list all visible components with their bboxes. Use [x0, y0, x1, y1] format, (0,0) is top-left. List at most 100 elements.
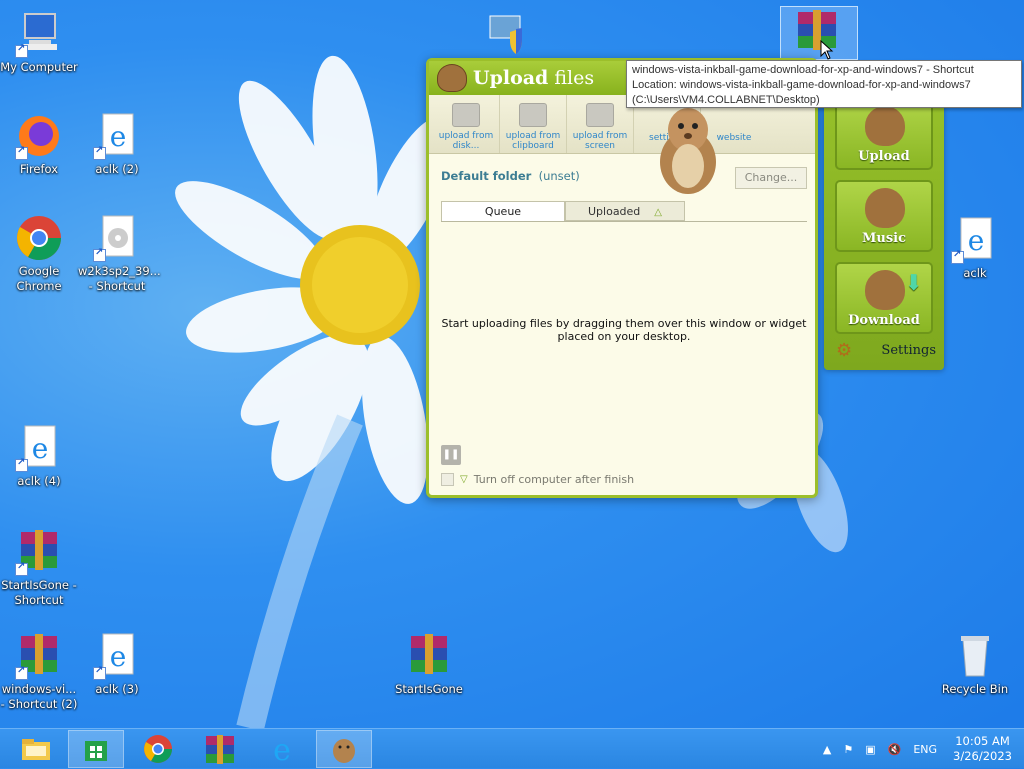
download-arrow-icon: ⬇ [904, 270, 923, 296]
default-folder-label: Default folder [441, 169, 532, 183]
gear-icon: ⚙ [836, 340, 853, 361]
shortcut-arrow-icon [93, 665, 106, 680]
desktop-icon-label: Google Chrome [16, 264, 62, 293]
desktop-icon-startisgone[interactable]: StartIsGone [390, 632, 468, 697]
upload-from-clipboard-button[interactable]: upload from clipboard [500, 95, 567, 153]
internet-explorer-icon: e [273, 734, 291, 764]
tooltip-line-1: windows-vista-inkball-game-download-for-… [632, 64, 974, 76]
taskbar-winrar[interactable] [192, 730, 248, 768]
shortcut-arrow-icon [951, 249, 964, 264]
upload-from-screen-button[interactable]: upload from screen [567, 95, 634, 153]
clock[interactable]: 10:05 AM 3/26/2023 [953, 734, 1012, 764]
widget-download-button[interactable]: ⬇ Download [835, 262, 933, 334]
folder-icon [22, 739, 50, 760]
svg-text:e: e [110, 640, 127, 673]
widget-upload-button[interactable]: Upload [835, 98, 933, 170]
desktop-icon-label: windows-vi... - Shortcut (2) [0, 682, 78, 711]
system-tray: ▲ ⚑ ▣ 🔇 ENG 10:05 AM 3/26/2023 [817, 729, 1024, 769]
desktop-icon-aclk[interactable]: e aclk [936, 216, 1014, 281]
internet-explorer-icon: e [93, 112, 141, 160]
desktop-icon-label: My Computer [0, 60, 78, 74]
desktop-icon-inkball-shortcut[interactable] [794, 10, 842, 54]
svg-text:e: e [273, 734, 291, 764]
language-indicator[interactable]: ENG [913, 743, 937, 756]
taskbar-store[interactable] [68, 730, 124, 768]
desktop-icon-aclk-4[interactable]: e aclk (4) [0, 424, 78, 489]
desktop-icon-label: StartIsGone - Shortcut [1, 578, 77, 607]
triangle-down-icon: ▽ [460, 474, 468, 485]
shield-icon [489, 15, 522, 54]
taskbar-uploader[interactable] [316, 730, 372, 768]
mouse-cursor-icon [820, 40, 834, 60]
desktop-icon-startisgone-shortcut[interactable]: StartIsGone - Shortcut [0, 528, 78, 608]
shortcut-tooltip: windows-vista-inkball-game-download-for-… [626, 60, 1022, 108]
desktop-icon-w2k3[interactable]: w2k3sp2_39... - Shortcut [78, 214, 161, 294]
shortcut-arrow-icon [93, 247, 106, 262]
pause-button[interactable]: ❚❚ [441, 445, 461, 465]
disc-image-icon [93, 214, 141, 262]
turn-off-checkbox[interactable] [441, 473, 454, 486]
hamster-headphones-icon [865, 188, 905, 228]
winrar-icon [798, 10, 836, 50]
upload-files-window[interactable]: Upload files upload from disk... upload … [426, 58, 818, 498]
svg-text:e: e [32, 432, 49, 465]
hamster-icon [865, 106, 905, 146]
uploader-widget: Upload Music ⬇ Download ⚙ Settings [824, 96, 944, 370]
tab-uploaded[interactable]: Uploaded △ [565, 201, 685, 221]
action-center-flag-icon[interactable]: ⚑ [843, 743, 853, 756]
volume-muted-icon[interactable]: 🔇 [888, 743, 902, 756]
clock-time: 10:05 AM [955, 734, 1010, 748]
internet-explorer-icon: e [15, 424, 63, 472]
default-folder-row: Default folder (unset) [441, 169, 580, 183]
winrar-icon [15, 528, 63, 576]
hamster-mascot-icon [660, 108, 716, 194]
desktop-icon-my-computer[interactable]: My Computer [0, 10, 78, 75]
default-folder-value: (unset) [538, 169, 580, 183]
chrome-icon [15, 214, 63, 262]
widget-music-button[interactable]: Music [835, 180, 933, 252]
desktop-icon-label: Recycle Bin [941, 682, 1009, 696]
upload-from-disk-button[interactable]: upload from disk... [433, 95, 500, 153]
internet-explorer-icon: e [93, 632, 141, 680]
shortcut-arrow-icon [93, 145, 106, 160]
empty-queue-message: Start uploading files by dragging them o… [441, 317, 807, 343]
turn-off-option: ▽ Turn off computer after finish [441, 473, 634, 486]
tooltip-line-2: Location: windows-vista-inkball-game-dow… [632, 79, 971, 91]
winrar-icon [15, 632, 63, 680]
desktop-icon-label: Firefox [19, 162, 59, 176]
desktop-icon-recycle-bin[interactable]: Recycle Bin [936, 632, 1014, 697]
desktop-icon-aclk-3[interactable]: e aclk (3) [78, 632, 156, 697]
svg-text:e: e [110, 120, 127, 153]
desktop-icon-label: aclk (3) [95, 682, 139, 696]
svg-text:e: e [968, 224, 985, 257]
desktop-icon-label: aclk (2) [95, 162, 139, 176]
tab-queue[interactable]: Queue [441, 201, 565, 221]
taskbar-internet-explorer[interactable]: e [254, 730, 310, 768]
disk-icon [452, 103, 480, 127]
taskbar-chrome[interactable] [130, 730, 186, 768]
taskbar-file-explorer[interactable] [8, 730, 64, 768]
network-icon[interactable]: ▣ [865, 743, 875, 756]
turn-off-label: Turn off computer after finish [473, 473, 635, 486]
screen-icon [586, 103, 614, 127]
change-folder-button[interactable]: Change... [735, 167, 807, 189]
firefox-icon [15, 112, 63, 160]
taskbar: e ▲ ⚑ ▣ 🔇 ENG 10:05 AM 3/26/2023 [0, 728, 1024, 768]
clipboard-icon [519, 103, 547, 127]
desktop-icon-aclk-2[interactable]: e aclk (2) [78, 112, 156, 177]
shortcut-arrow-icon [15, 145, 28, 160]
desktop-icon-label: aclk (4) [17, 474, 61, 488]
upload-tabs: Queue Uploaded △ [441, 201, 807, 222]
title-bold: Upload [473, 67, 549, 89]
desktop-icon-chrome[interactable]: Google Chrome [0, 214, 78, 294]
desktop-icon-label: w2k3sp2_39... - Shortcut [78, 264, 161, 293]
chrome-icon [144, 735, 172, 763]
desktop-icon-windows-vi[interactable]: windows-vi... - Shortcut (2) [0, 632, 78, 712]
widget-settings-button[interactable]: ⚙ Settings [836, 340, 936, 361]
winrar-icon [405, 632, 453, 680]
shortcut-arrow-icon [15, 561, 28, 576]
desktop-icon-label: aclk [963, 266, 987, 280]
desktop-icon-firefox[interactable]: Firefox [0, 112, 78, 177]
show-hidden-icons-icon[interactable]: ▲ [823, 743, 831, 756]
uac-shield-desktop-icon[interactable] [488, 12, 532, 56]
